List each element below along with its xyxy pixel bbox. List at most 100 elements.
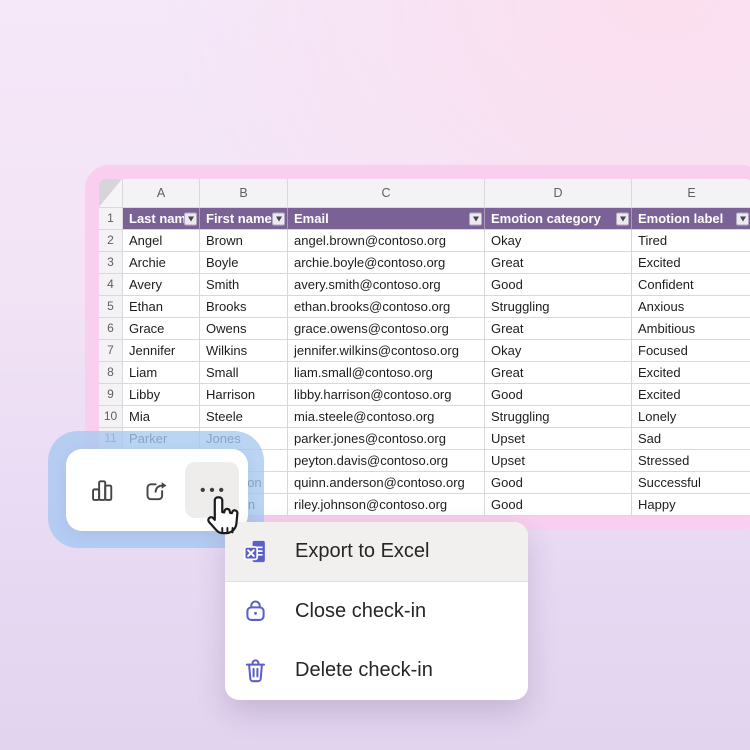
cell-emotion-category[interactable]: Good [485, 472, 632, 494]
cell-emotion-category[interactable]: Great [485, 252, 632, 274]
lock-icon [246, 600, 265, 621]
cell-last-name[interactable]: Jennifer [123, 340, 200, 362]
cell-first-name[interactable]: Boyle [200, 252, 288, 274]
cell-last-name[interactable]: Angel [123, 230, 200, 252]
row-number[interactable]: 7 [99, 340, 123, 362]
row-number[interactable]: 6 [99, 318, 123, 340]
row-number[interactable]: 10 [99, 406, 123, 428]
cell-first-name[interactable]: Owens [200, 318, 288, 340]
cell-last-name[interactable]: Ethan [123, 296, 200, 318]
cell-last-name[interactable]: Liam [123, 362, 200, 384]
share-button[interactable] [129, 462, 183, 518]
row-number[interactable]: 9 [99, 384, 123, 406]
select-all-corner[interactable] [99, 179, 123, 208]
cell-emotion-category[interactable]: Upset [485, 428, 632, 450]
header-first-name[interactable]: First name [200, 208, 288, 230]
header-label: Emotion label [638, 211, 724, 226]
cell-email[interactable]: quinn.anderson@contoso.org [288, 472, 485, 494]
cell-emotion-category[interactable]: Good [485, 494, 632, 516]
cell-emotion-category[interactable]: Great [485, 362, 632, 384]
cell-email[interactable]: grace.owens@contoso.org [288, 318, 485, 340]
menu-item-close-check-in[interactable]: Close check-in [225, 582, 528, 641]
cell-email[interactable]: riley.johnson@contoso.org [288, 494, 485, 516]
cell-email[interactable]: libby.harrison@contoso.org [288, 384, 485, 406]
cell-first-name[interactable]: Brooks [200, 296, 288, 318]
row-number[interactable]: 4 [99, 274, 123, 296]
cell-emotion-category[interactable]: Upset [485, 450, 632, 472]
cell-emotion-label[interactable]: Confident [632, 274, 750, 296]
column-letter-a[interactable]: A [123, 179, 200, 208]
cell-emotion-label[interactable]: Happy [632, 494, 750, 516]
cell-email[interactable]: avery.smith@contoso.org [288, 274, 485, 296]
menu-item-label: Close check-in [295, 600, 427, 622]
menu-item-delete-check-in[interactable]: Delete check-in [225, 641, 528, 700]
cell-emotion-label[interactable]: Sad [632, 428, 750, 450]
row-number[interactable]: 3 [99, 252, 123, 274]
row-number[interactable]: 5 [99, 296, 123, 318]
cell-emotion-label[interactable]: Anxious [632, 296, 750, 318]
cell-emotion-category[interactable]: Struggling [485, 296, 632, 318]
cell-email[interactable]: ethan.brooks@contoso.org [288, 296, 485, 318]
cell-emotion-label[interactable]: Tired [632, 230, 750, 252]
cell-emotion-label[interactable]: Excited [632, 252, 750, 274]
cell-email[interactable]: parker.jones@contoso.org [288, 428, 485, 450]
table-row: 2 Angel Brown angel.brown@contoso.org Ok… [99, 230, 750, 252]
table-row: 3 Archie Boyle archie.boyle@contoso.org … [99, 252, 750, 274]
row-number[interactable]: 2 [99, 230, 123, 252]
header-label: First name [206, 211, 272, 226]
cell-email[interactable]: peyton.davis@contoso.org [288, 450, 485, 472]
column-letters-row: A B C D E [99, 179, 750, 208]
column-letter-d[interactable]: D [485, 179, 632, 208]
table-row: 6 Grace Owens grace.owens@contoso.org Gr… [99, 318, 750, 340]
cell-first-name[interactable]: Brown [200, 230, 288, 252]
cell-first-name[interactable]: Steele [200, 406, 288, 428]
cell-email[interactable]: jennifer.wilkins@contoso.org [288, 340, 485, 362]
cell-first-name[interactable]: Wilkins [200, 340, 288, 362]
cell-last-name[interactable]: Mia [123, 406, 200, 428]
filter-icon[interactable] [272, 212, 285, 225]
table-row: 8 Liam Small liam.small@contoso.org Grea… [99, 362, 750, 384]
filter-icon[interactable] [736, 212, 749, 225]
cell-emotion-category[interactable]: Great [485, 318, 632, 340]
cell-emotion-label[interactable]: Stressed [632, 450, 750, 472]
cell-emotion-label[interactable]: Ambitious [632, 318, 750, 340]
cell-emotion-label[interactable]: Excited [632, 384, 750, 406]
results-chart-button[interactable] [75, 462, 129, 518]
table-row: 7 Jennifer Wilkins jennifer.wilkins@cont… [99, 340, 750, 362]
cell-emotion-category[interactable]: Okay [485, 230, 632, 252]
cell-emotion-category[interactable]: Good [485, 274, 632, 296]
cell-emotion-category[interactable]: Good [485, 384, 632, 406]
column-letter-c[interactable]: C [288, 179, 485, 208]
cell-emotion-category[interactable]: Okay [485, 340, 632, 362]
table-row: 5 Ethan Brooks ethan.brooks@contoso.org … [99, 296, 750, 318]
cell-emotion-label[interactable]: Successful [632, 472, 750, 494]
menu-item-export-to-excel[interactable]: Export to Excel [225, 522, 528, 582]
cell-emotion-category[interactable]: Struggling [485, 406, 632, 428]
cell-email[interactable]: liam.small@contoso.org [288, 362, 485, 384]
header-last-name[interactable]: Last name [123, 208, 200, 230]
filter-icon[interactable] [616, 212, 629, 225]
cell-emotion-label[interactable]: Lonely [632, 406, 750, 428]
cell-emotion-label[interactable]: Focused [632, 340, 750, 362]
filter-icon[interactable] [184, 212, 197, 225]
header-emotion-label[interactable]: Emotion label [632, 208, 750, 230]
row-number[interactable]: 1 [99, 208, 123, 230]
cell-last-name[interactable]: Grace [123, 318, 200, 340]
cell-emotion-label[interactable]: Excited [632, 362, 750, 384]
cell-last-name[interactable]: Avery [123, 274, 200, 296]
cell-last-name[interactable]: Libby [123, 384, 200, 406]
cell-email[interactable]: archie.boyle@contoso.org [288, 252, 485, 274]
cell-first-name[interactable]: Smith [200, 274, 288, 296]
cell-email[interactable]: angel.brown@contoso.org [288, 230, 485, 252]
cell-first-name[interactable]: Harrison [200, 384, 288, 406]
cell-email[interactable]: mia.steele@contoso.org [288, 406, 485, 428]
promo-canvas: { "colors":{ "header_purple":"#7A6296", … [0, 0, 750, 750]
cell-last-name[interactable]: Archie [123, 252, 200, 274]
filter-icon[interactable] [469, 212, 482, 225]
header-emotion-category[interactable]: Emotion category [485, 208, 632, 230]
row-number[interactable]: 8 [99, 362, 123, 384]
header-email[interactable]: Email [288, 208, 485, 230]
column-letter-b[interactable]: B [200, 179, 288, 208]
cell-first-name[interactable]: Small [200, 362, 288, 384]
column-letter-e[interactable]: E [632, 179, 750, 208]
